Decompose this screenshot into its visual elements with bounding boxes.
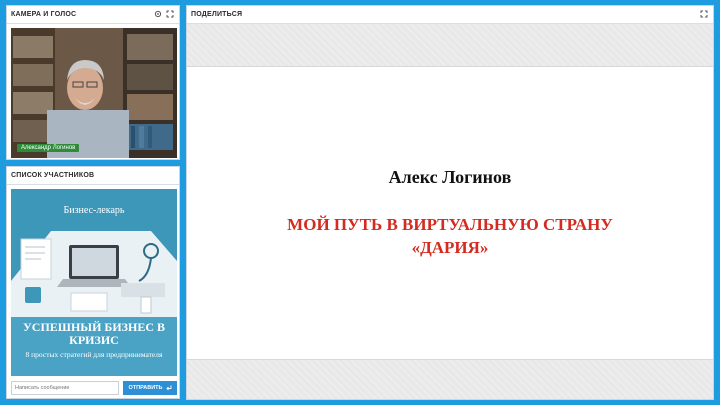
webcam-scene — [11, 28, 177, 158]
book-cover-image: Бизнес-лекарь УСПЕШНЫЙ БИЗНЕС В КРИЗИС 8… — [11, 189, 177, 376]
book-cover-top: Бизнес-лекарь — [11, 189, 177, 231]
book-title: УСПЕШНЫЙ БИЗНЕС В КРИЗИС — [22, 320, 166, 347]
send-button-label: ОТПРАВИТЬ — [128, 385, 163, 391]
maximize-icon[interactable] — [700, 10, 708, 18]
participants-panel-title: СПИСОК УЧАСТНИКОВ — [11, 172, 95, 179]
camera-panel: КАМЕРА И ГОЛОС Александр Логинов — [6, 5, 180, 160]
share-panel-title: ПОДЕЛИТЬСЯ — [191, 11, 243, 18]
share-panel-header: ПОДЕЛИТЬСЯ — [187, 6, 713, 24]
book-cover-top-text: Бизнес-лекарь — [63, 205, 125, 216]
shared-screen: Алекс Логинов МОЙ ПУТЬ В ВИРТУАЛЬНУЮ СТР… — [187, 24, 713, 399]
desk-illustration — [11, 231, 177, 317]
maximize-icon[interactable] — [166, 10, 174, 18]
chat-row: ОТПРАВИТЬ — [11, 381, 177, 395]
book-subtitle: 8 простых стратегий для предпринимателя — [25, 350, 163, 359]
slide-title: МОЙ ПУТЬ В ВИРТУАЛЬНУЮ СТРАНУ «ДАРИЯ» — [287, 215, 613, 257]
camera-panel-title: КАМЕРА И ГОЛОС — [11, 11, 77, 18]
camera-panel-header: КАМЕРА И ГОЛОС — [7, 6, 179, 24]
enter-icon — [165, 385, 171, 391]
book-cover-photo — [11, 231, 177, 317]
participants-panel: СПИСОК УЧАСТНИКОВ Бизнес-лекарь УСПЕШНЫЙ… — [6, 166, 180, 399]
participants-panel-header: СПИСОК УЧАСТНИКОВ — [7, 167, 179, 185]
chat-message-input[interactable] — [11, 381, 119, 395]
send-button[interactable]: ОТПРАВИТЬ — [123, 381, 177, 395]
share-panel: ПОДЕЛИТЬСЯ Алекс Логинов МОЙ ПУТЬ В ВИРТ… — [186, 5, 714, 400]
participant-name-tag: Александр Логинов — [17, 144, 80, 152]
slide-author: Алекс Логинов — [388, 167, 512, 187]
settings-icon[interactable] — [154, 10, 162, 18]
webcam-video: Александр Логинов — [11, 28, 177, 158]
book-cover-bottom: УСПЕШНЫЙ БИЗНЕС В КРИЗИС 8 простых страт… — [11, 317, 177, 376]
presentation-slide: Алекс Логинов МОЙ ПУТЬ В ВИРТУАЛЬНУЮ СТР… — [187, 66, 713, 360]
